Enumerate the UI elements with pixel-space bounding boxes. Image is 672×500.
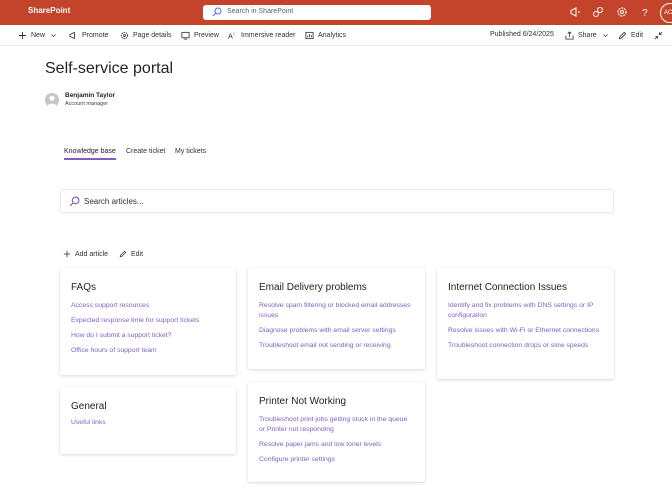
published-status: Published 6/24/2025 xyxy=(490,31,554,38)
search-icon xyxy=(212,7,222,17)
add-article-button[interactable]: Add article xyxy=(63,250,108,258)
new-label: New xyxy=(31,32,46,39)
help-icon[interactable]: ? xyxy=(639,6,651,18)
promote-button[interactable]: Promote xyxy=(69,31,108,40)
card-title: FAQs xyxy=(71,282,97,293)
page-title: Self-service portal xyxy=(45,60,174,77)
tab-create-ticket[interactable]: Create ticket xyxy=(126,148,165,155)
chevron-down-icon xyxy=(602,34,608,38)
card-internet-connection: Internet Connection Issues Identify and … xyxy=(437,268,614,379)
article-link[interactable]: Expected response time for support ticke… xyxy=(71,316,225,326)
apps-icon[interactable] xyxy=(592,6,604,18)
svg-text:A: A xyxy=(228,32,233,40)
article-link[interactable]: Troubleshoot connection drops or slow sp… xyxy=(448,341,603,351)
search-articles-input[interactable]: Search articles... xyxy=(60,189,614,213)
card-links: Identify and fix problems with DNS setti… xyxy=(448,301,603,356)
megaphone-icon xyxy=(69,31,75,40)
svg-text:): ) xyxy=(233,32,234,36)
article-link[interactable]: Resolve spam filtering or blocked email … xyxy=(259,301,414,320)
card-title: Email Delivery problems xyxy=(259,282,367,293)
plus-icon xyxy=(18,31,27,40)
share-icon xyxy=(565,31,574,40)
svg-text:?: ? xyxy=(642,8,648,18)
preview-button[interactable]: Preview xyxy=(181,31,219,40)
add-article-label: Add article xyxy=(75,250,109,258)
card-title: General xyxy=(71,401,107,412)
card-title: Printer Not Working xyxy=(259,396,347,407)
share-label: Share xyxy=(578,32,597,39)
card-email-delivery: Email Delivery problems Resolve spam fil… xyxy=(248,268,425,369)
gear-icon[interactable] xyxy=(616,6,628,18)
article-link[interactable]: Resolve paper jams and low toner levels xyxy=(259,440,414,450)
immersive-reader-icon: A) xyxy=(228,32,235,40)
collapse-button[interactable] xyxy=(654,31,667,40)
article-link[interactable]: Troubleshoot print jobs getting stuck in… xyxy=(259,415,414,434)
tab-knowledge-base[interactable]: Knowledge base xyxy=(64,148,116,160)
analytics-label: Analytics xyxy=(318,32,347,39)
card-printer-not-working: Printer Not Working Troubleshoot print j… xyxy=(248,382,425,482)
card-links: Access support resources Expected respon… xyxy=(71,301,225,361)
user-avatar[interactable]: AC xyxy=(660,3,672,23)
edit-page-button[interactable]: Edit xyxy=(618,31,643,40)
app-brand[interactable]: SharePoint xyxy=(28,6,70,15)
chevron-down-icon xyxy=(51,34,56,38)
article-link[interactable]: Troubleshoot email not sending or receiv… xyxy=(259,341,414,351)
author-avatar xyxy=(45,93,59,107)
card-general: General Useful links xyxy=(60,387,236,454)
card-faqs: FAQs Access support resources Expected r… xyxy=(60,268,236,375)
article-link[interactable]: Resolve issues with Wi-Fi or Ethernet co… xyxy=(448,326,603,336)
command-bar: New Promote Page details Preview A) Imme… xyxy=(0,25,672,46)
card-title: Internet Connection Issues xyxy=(448,282,567,293)
published-label: Published 6/24/2025 xyxy=(490,31,554,38)
article-link[interactable]: Access support resources xyxy=(71,301,225,311)
article-link[interactable]: Configure printer settings xyxy=(259,455,414,465)
card-links: Troubleshoot print jobs getting stuck in… xyxy=(259,415,414,470)
edit-page-label: Edit xyxy=(631,32,644,39)
card-links: Resolve spam filtering or blocked email … xyxy=(259,301,414,356)
promote-label: Promote xyxy=(82,32,109,39)
sharepoint-search-box[interactable]: Search in SharePoint xyxy=(203,5,431,20)
page-details-label: Page details xyxy=(133,32,172,39)
search-articles-placeholder: Search articles... xyxy=(84,197,144,206)
share-button[interactable]: Share xyxy=(565,31,613,40)
person-icon xyxy=(47,95,57,107)
tab-my-tickets[interactable]: My tickets xyxy=(175,148,206,155)
preview-icon xyxy=(181,31,190,40)
preview-label: Preview xyxy=(194,32,219,39)
article-link[interactable]: Identify and fix problems with DNS setti… xyxy=(448,301,603,320)
new-button[interactable]: New xyxy=(18,31,61,40)
immersive-reader-button[interactable]: A) Immersive reader xyxy=(228,31,295,40)
pencil-icon xyxy=(119,250,127,258)
author-name[interactable]: Benjamin Taylor xyxy=(65,92,115,99)
card-links: Useful links xyxy=(71,418,225,433)
pencil-icon xyxy=(618,31,627,40)
article-link[interactable]: Diagnose problems with email server sett… xyxy=(259,326,414,336)
article-link[interactable]: How do I submit a support ticket? xyxy=(71,331,225,341)
article-link[interactable]: Office hours of support team xyxy=(71,346,225,356)
plus-icon xyxy=(63,250,71,258)
edit-section-button[interactable]: Edit xyxy=(119,250,143,258)
search-icon xyxy=(69,196,80,207)
analytics-button[interactable]: Analytics xyxy=(305,31,346,40)
page-details-button[interactable]: Page details xyxy=(120,31,172,40)
megaphone-icon[interactable] xyxy=(569,6,581,18)
edit-section-label: Edit xyxy=(131,250,144,258)
search-placeholder: Search in SharePoint xyxy=(227,8,294,15)
immersive-reader-label: Immersive reader xyxy=(241,32,296,39)
suite-bar: SharePoint Search in SharePoint ? AC xyxy=(0,0,672,25)
gear-icon xyxy=(120,31,129,40)
collapse-icon xyxy=(654,31,663,40)
analytics-icon xyxy=(305,31,314,40)
author-role: Account manager xyxy=(65,101,109,107)
article-link[interactable]: Useful links xyxy=(71,418,225,428)
